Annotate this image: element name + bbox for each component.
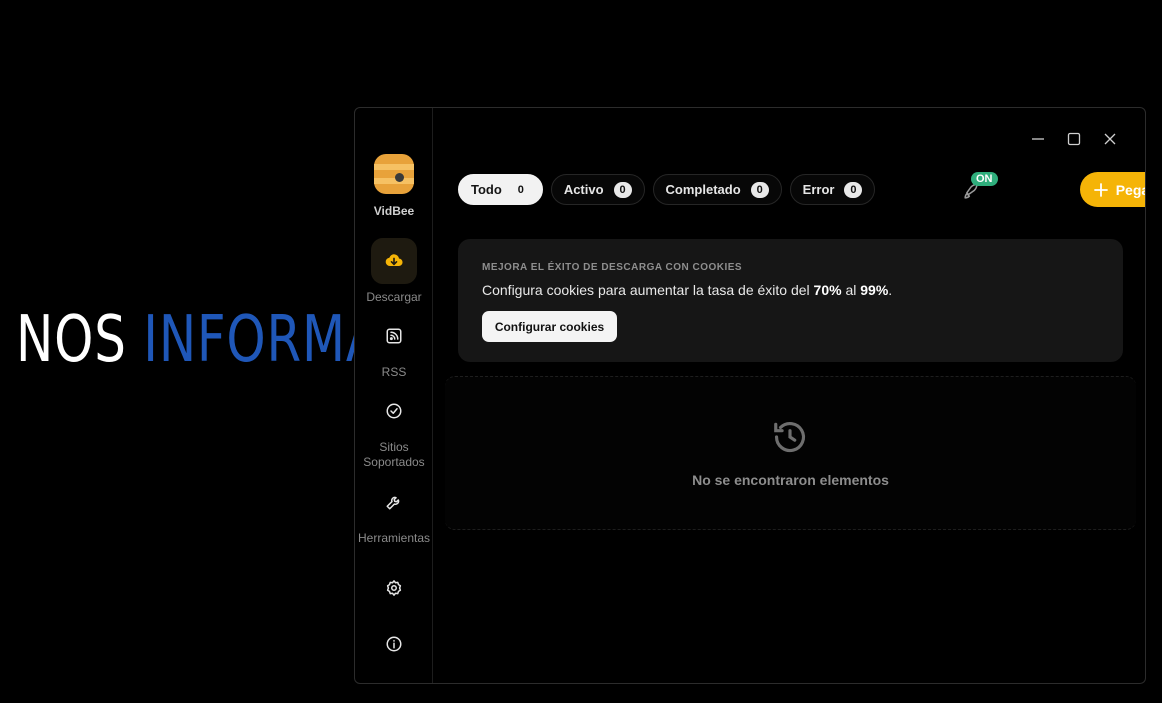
tab-activo[interactable]: Activo 0 [550,174,645,205]
tab-count: 0 [613,181,632,198]
sidebar-item-about[interactable] [355,621,433,667]
sidebar-item-label: Herramientas [357,531,431,545]
background-word-1: NOS [16,303,127,377]
sidebar: VidBee Descargar RSS Sitios Soportados H… [355,108,433,683]
app-name: VidBee [373,204,415,218]
tab-completado[interactable]: Completado 0 [652,174,782,205]
tab-label: Todo [471,182,502,197]
tab-count: 0 [750,181,769,198]
on-badge: ON [971,172,998,186]
configure-cookies-button[interactable]: Configurar cookies [482,311,617,342]
card-kicker: MEJORA EL ÉXITO DE DESCARGA CON COOKIES [482,262,743,273]
download-cloud-icon [371,238,417,284]
rss-icon [371,313,417,359]
sidebar-item-herramientas[interactable]: Herramientas [355,479,433,546]
app-window: VidBee Descargar RSS Sitios Soportados H… [354,107,1146,684]
window-controls [1029,130,1119,148]
sidebar-item-label: Descargar [366,290,422,304]
tab-label: Completado [665,182,741,197]
tab-count: 0 [517,183,524,196]
check-circle-icon [371,388,417,434]
plus-icon [1093,182,1108,197]
sidebar-item-descargar[interactable]: Descargar [355,238,433,305]
tab-label: Activo [563,182,604,197]
tab-label: Error [802,182,835,197]
sidebar-item-label: Sitios Soportados [363,440,425,469]
history-icon [774,422,806,453]
empty-state: No se encontraron elementos [445,376,1136,530]
paste-url-label: Pegar URL [1115,181,1145,198]
sidebar-item-rss[interactable]: RSS [355,313,433,380]
tab-error[interactable]: Error 0 [789,174,876,205]
tab-todo[interactable]: Todo 0 [458,174,543,205]
empty-state-text: No se encontraron elementos [692,472,889,488]
minimize-icon[interactable] [1029,130,1047,148]
maximize-icon[interactable] [1065,130,1083,148]
sidebar-item-label: RSS [381,365,407,379]
background-text: NOS INFORMAT [16,300,408,380]
sidebar-item-sitios-soportados[interactable]: Sitios Soportados [355,388,433,470]
filter-tabs: Todo 0 Activo 0 Completado 0 Error 0 [458,174,876,205]
wrench-icon [371,479,417,525]
cookies-promo-card: MEJORA EL ÉXITO DE DESCARGA CON COOKIES … [458,239,1123,362]
vidbee-logo [374,154,414,196]
card-message: Configura cookies para aumentar la tasa … [482,282,893,298]
close-icon[interactable] [1101,130,1119,148]
tab-count: 0 [844,181,863,198]
main-area: Todo 0 Activo 0 Completado 0 Error 0 ON … [433,108,1145,683]
gear-icon [371,565,417,611]
accelerator-toggle[interactable]: ON [961,172,998,206]
paste-url-button[interactable]: Pegar URL [1080,172,1145,207]
info-icon [371,621,417,667]
sidebar-item-settings[interactable] [355,565,433,611]
